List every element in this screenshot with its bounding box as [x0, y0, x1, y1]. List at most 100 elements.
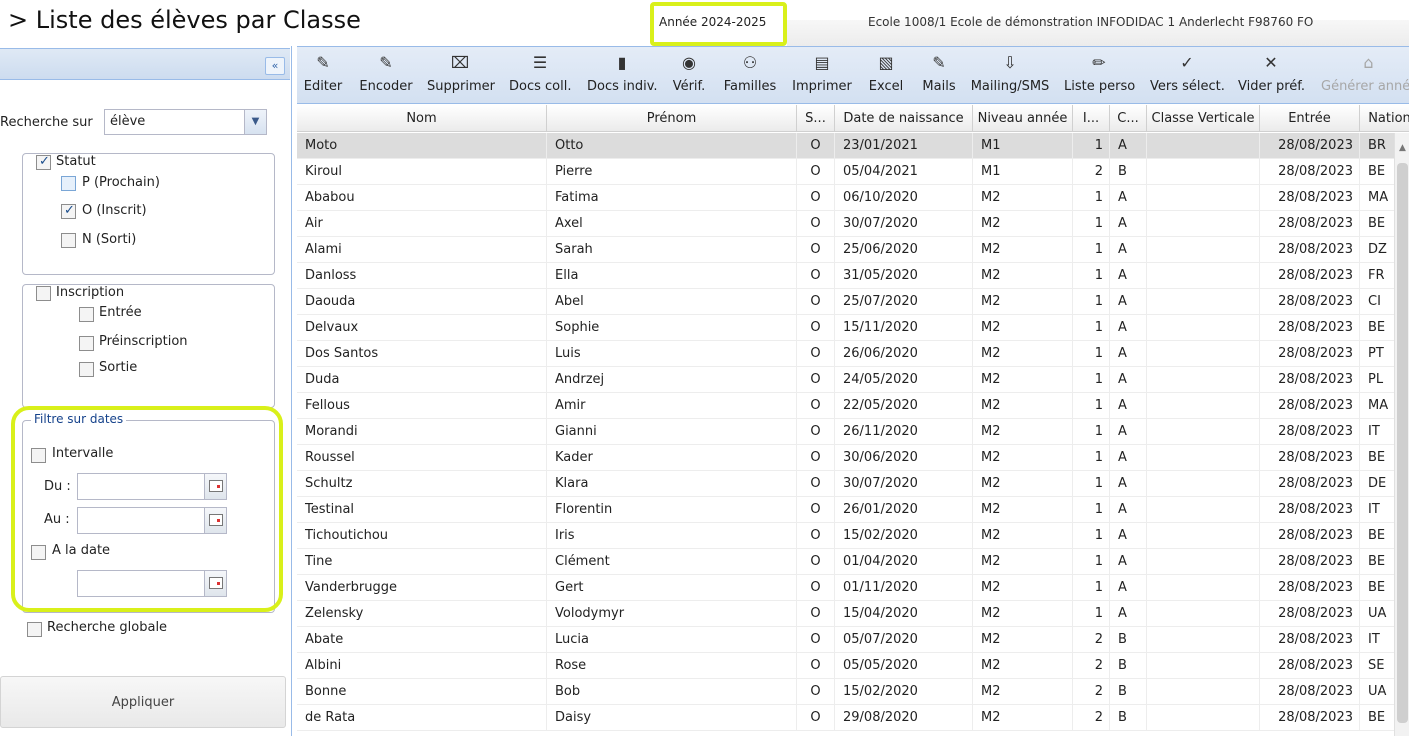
column-header[interactable]: Niveau année [973, 105, 1073, 132]
calendar-icon[interactable] [204, 571, 226, 596]
table-cell: Rose [547, 653, 797, 679]
table-row[interactable]: Ababou Fatima O 06/10/2020 M2 1 A 28/08/2023 MA [297, 185, 1394, 211]
table-cell: de Rata [297, 705, 547, 731]
table-cell: A [1110, 367, 1147, 393]
docs-indiv-button[interactable]: ▮ Docs indiv. [587, 47, 658, 103]
table-row[interactable]: Zelensky Volodymyr O 15/04/2020 M2 1 A 28/08/20… [297, 601, 1394, 627]
excel-button[interactable]: ▧ Excel [868, 47, 904, 103]
to-date-field[interactable] [77, 507, 227, 534]
apply-button[interactable]: Appliquer [0, 676, 286, 728]
table-cell: Ababou [297, 185, 547, 211]
column-header[interactable]: Date de naissance [835, 105, 973, 132]
to-selection-button[interactable]: ✓ Vers sélect. [1150, 47, 1225, 103]
table-cell: Daouda [297, 289, 547, 315]
entree-checkbox[interactable] [79, 307, 94, 322]
table-cell: 28/08/2023 [1260, 705, 1360, 731]
table-cell: A [1110, 471, 1147, 497]
table-row[interactable]: Tine Clément O 01/04/2020 M2 1 A 28/08/2023 BE [297, 549, 1394, 575]
table-row[interactable]: de Rata Daisy O 29/08/2020 M2 2 B 28/08/2023 BE [297, 705, 1394, 731]
calendar-icon[interactable] [204, 474, 226, 499]
at-date-checkbox[interactable] [31, 545, 46, 560]
statut-checkbox[interactable] [36, 154, 51, 170]
encode-button[interactable]: ✎ Encoder [359, 47, 413, 103]
column-header[interactable]: C... [1110, 105, 1147, 132]
mails-button[interactable]: ✎ Mails [921, 47, 957, 103]
table-row[interactable]: Air Axel O 30/07/2020 M2 1 A 28/08/2023 BE [297, 211, 1394, 237]
at-date-field[interactable] [77, 570, 227, 597]
column-header[interactable]: Entrée [1260, 105, 1360, 132]
from-date-field[interactable] [77, 473, 227, 500]
scroll-up-icon[interactable]: ▲ [1395, 141, 1409, 155]
table-row[interactable]: Tichoutichou Iris O 15/02/2020 M2 1 A 28/08/202… [297, 523, 1394, 549]
table-cell: Luis [547, 341, 797, 367]
table-row[interactable]: Fellous Amir O 22/05/2020 M2 1 A 28/08/2023 MA [297, 393, 1394, 419]
table-cell: B [1110, 705, 1147, 731]
table-cell: 1 [1073, 601, 1110, 627]
column-header[interactable]: Nation [1360, 105, 1409, 132]
table-row[interactable]: Testinal Florentin O 26/01/2020 M2 1 A 28/08/20… [297, 497, 1394, 523]
column-header[interactable]: I... [1073, 105, 1110, 132]
table-row[interactable]: Duda Andrzej O 24/05/2020 M2 1 A 28/08/2023 PL [297, 367, 1394, 393]
table-cell: Roussel [297, 445, 547, 471]
table-row[interactable]: Dos Santos Luis O 26/06/2020 M2 1 A 28/08/2023 P… [297, 341, 1394, 367]
preinscription-checkbox[interactable] [79, 336, 94, 351]
table-cell: Testinal [297, 497, 547, 523]
table-row[interactable]: Moto Otto O 23/01/2021 M1 1 A 28/08/2023 BR [297, 133, 1394, 159]
table-row[interactable]: Delvaux Sophie O 15/11/2020 M2 1 A 28/08/2023 BE [297, 315, 1394, 341]
column-header[interactable]: S... [797, 105, 835, 132]
edit-button[interactable]: ✎ Editer [303, 47, 343, 103]
table-cell: B [1110, 679, 1147, 705]
table-cell: O [797, 393, 835, 419]
vertical-scrollbar[interactable]: ▲ [1394, 133, 1409, 736]
families-button[interactable]: ⚇ Familles [723, 47, 777, 103]
table-row[interactable]: Daouda Abel O 25/07/2020 M2 1 A 28/08/2023 CI [297, 289, 1394, 315]
table-row[interactable]: Schultz Klara O 30/07/2020 M2 1 A 28/08/2023 DE [297, 471, 1394, 497]
column-header[interactable]: Nom [297, 105, 547, 132]
table-cell: M2 [973, 601, 1073, 627]
family-icon: ⚇ [742, 53, 758, 72]
statut-label: Statut [56, 154, 96, 169]
table-cell: Fellous [297, 393, 547, 419]
school-year[interactable]: Année 2024-2025 [659, 15, 766, 29]
docs-coll-button[interactable]: ☰ Docs coll. [509, 47, 571, 103]
delete-button[interactable]: ⌧ Supprimer [427, 47, 495, 103]
statut-group [22, 153, 275, 275]
table-row[interactable]: Alami Sarah O 25/06/2020 M2 1 A 28/08/2023 DZ [297, 237, 1394, 263]
collapse-icon[interactable]: « [265, 57, 285, 75]
interval-label: Intervalle [52, 446, 114, 461]
scrollbar-thumb[interactable] [1397, 163, 1408, 723]
verify-button[interactable]: ◉ Vérif. [671, 47, 707, 103]
interval-checkbox[interactable] [31, 448, 46, 463]
global-search-checkbox[interactable] [27, 622, 42, 637]
table-row[interactable]: Albini Rose O 05/05/2020 M2 2 B 28/08/2023 SE [297, 653, 1394, 679]
table-cell [1147, 263, 1260, 289]
table-cell: 28/08/2023 [1260, 341, 1360, 367]
table-cell [1147, 185, 1260, 211]
table-cell: A [1110, 211, 1147, 237]
chevron-down-icon[interactable]: ▼ [244, 110, 266, 134]
print-button[interactable]: ▤ Imprimer [792, 47, 852, 103]
mailing-button[interactable]: ⇩ Mailing/SMS [970, 47, 1050, 103]
table-cell [1147, 315, 1260, 341]
search-on-select[interactable]: élève ▼ [104, 109, 267, 135]
table-row[interactable]: Morandi Gianni O 26/11/2020 M2 1 A 28/08/2023 IT [297, 419, 1394, 445]
column-header[interactable]: Prénom [547, 105, 797, 132]
clear-pref-button[interactable]: ✕ Vider préf. [1238, 47, 1305, 103]
column-header[interactable]: Classe Verticale [1147, 105, 1260, 132]
table-row[interactable]: Vanderbrugge Gert O 01/11/2020 M2 1 A 28/08/202… [297, 575, 1394, 601]
custom-list-button[interactable]: ✏ Liste perso [1064, 47, 1135, 103]
table-row[interactable]: Danloss Ella O 31/05/2020 M2 1 A 28/08/2023 FR [297, 263, 1394, 289]
table-cell: Axel [547, 211, 797, 237]
statut-p-checkbox[interactable] [61, 176, 76, 191]
statut-n-checkbox[interactable] [61, 233, 76, 248]
table-row[interactable]: Bonne Bob O 15/02/2020 M2 2 B 28/08/2023 UA [297, 679, 1394, 705]
table-cell: M2 [973, 523, 1073, 549]
statut-o-checkbox[interactable] [61, 203, 76, 219]
table-row[interactable]: Kiroul Pierre O 05/04/2021 M1 2 B 28/08/2023 BE [297, 159, 1394, 185]
calendar-icon[interactable] [204, 508, 226, 533]
table-row[interactable]: Roussel Kader O 30/06/2020 M2 1 A 28/08/2023 BE [297, 445, 1394, 471]
sortie-checkbox[interactable] [79, 362, 94, 377]
table-row[interactable]: Abate Lucia O 05/07/2020 M2 2 B 28/08/2023 IT [297, 627, 1394, 653]
table-cell: Tine [297, 549, 547, 575]
inscription-checkbox[interactable] [36, 286, 51, 301]
